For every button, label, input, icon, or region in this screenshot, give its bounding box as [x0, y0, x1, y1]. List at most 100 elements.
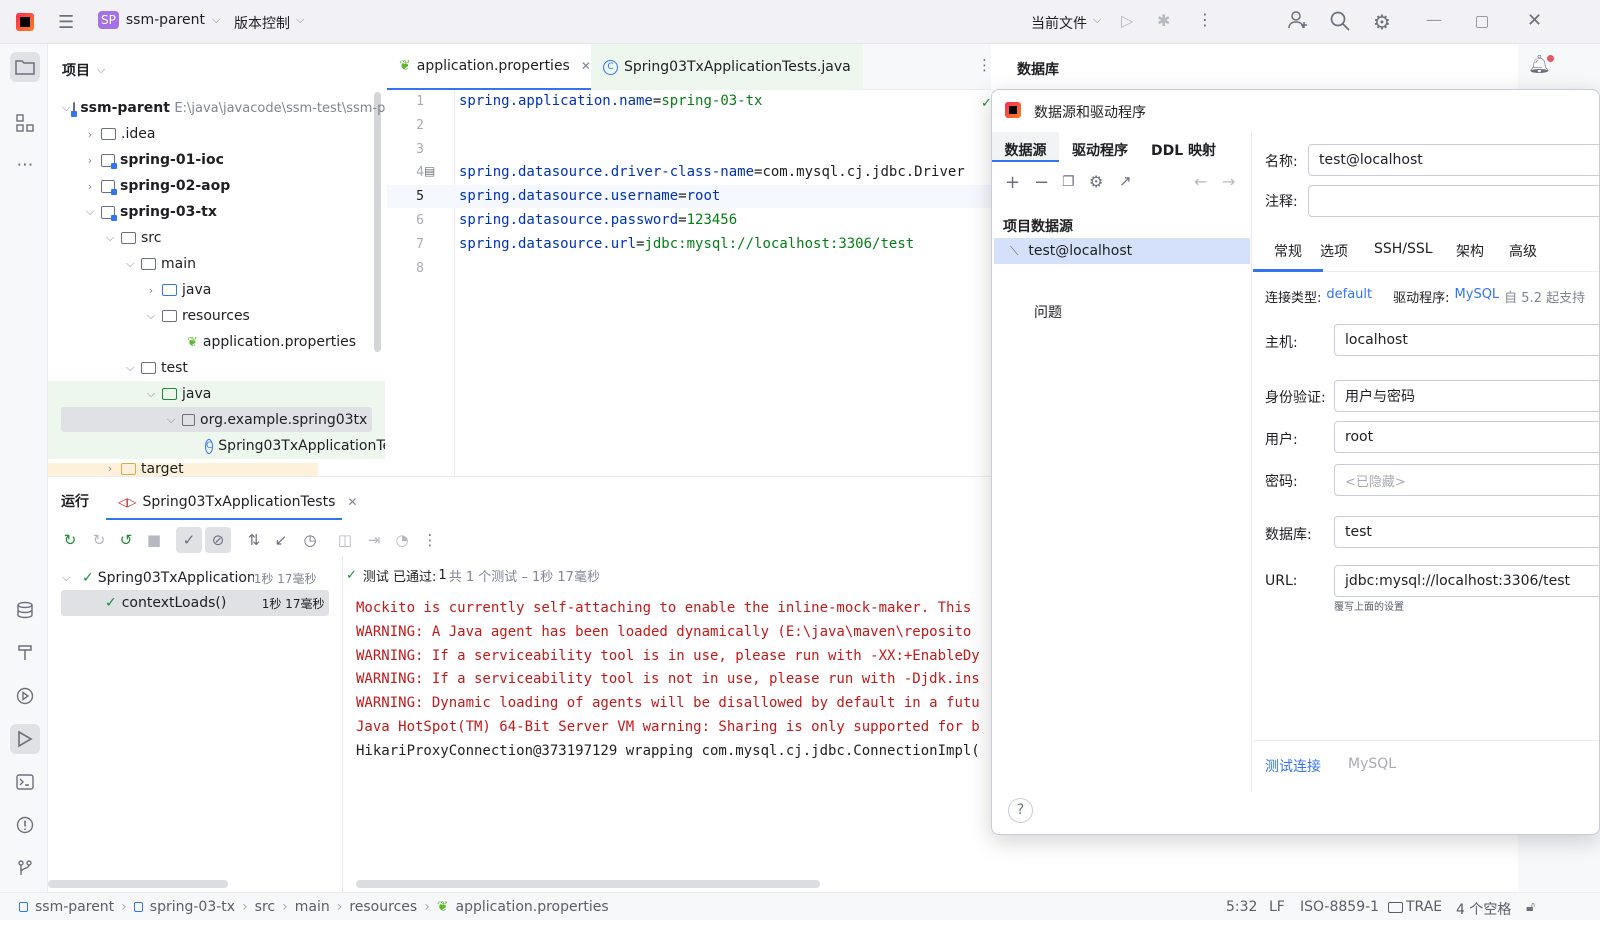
conn-type-link[interactable]: default: [1326, 287, 1372, 306]
back-icon[interactable]: ←: [1194, 172, 1207, 191]
problems-item[interactable]: 问题: [1034, 302, 1062, 322]
add-user-icon[interactable]: [1287, 9, 1309, 31]
project-scrollbar[interactable]: [374, 92, 381, 352]
auth-select[interactable]: 用户与密码: [1334, 380, 1599, 412]
tab-options[interactable]: 选项: [1320, 241, 1348, 261]
minimize-icon[interactable]: —: [1426, 10, 1442, 29]
test-tree-item[interactable]: ✓ contextLoads() 1秒 17毫秒: [61, 590, 329, 616]
caret-position[interactable]: 5:32: [1226, 899, 1257, 915]
run-tab[interactable]: ◁▷ Spring03TxApplicationTests ✕: [106, 486, 357, 520]
add-icon[interactable]: +: [1005, 172, 1020, 193]
tree-item-test-java[interactable]: ⌵ java: [143, 381, 212, 407]
more-tools-icon[interactable]: ⋯: [10, 150, 40, 180]
user-input[interactable]: root: [1334, 421, 1599, 453]
build-icon[interactable]: [10, 638, 40, 668]
settings-icon[interactable]: ⚙: [1089, 172, 1103, 191]
comment-input[interactable]: [1308, 185, 1599, 217]
run-config-selector[interactable]: 当前文件 ⌵: [1031, 13, 1101, 33]
breadcrumb-item[interactable]: main: [295, 899, 330, 915]
problems-icon[interactable]: [10, 810, 40, 840]
tree-item-spring-02-aop[interactable]: › spring-02-aop: [82, 173, 230, 199]
database-input[interactable]: test: [1334, 516, 1599, 548]
show-ignored-icon[interactable]: ⊘: [205, 527, 231, 553]
tree-item-src[interactable]: ⌵ src: [102, 225, 162, 251]
rerun-failed-icon[interactable]: ↻: [86, 527, 112, 553]
sort-icon[interactable]: ⇅: [241, 527, 267, 553]
tree-item-test-class[interactable]: C Spring03TxApplicationTes: [205, 433, 385, 459]
tree-item-application-properties[interactable]: ❦ application.properties: [183, 329, 356, 355]
gutter-db-icon[interactable]: ▤: [424, 164, 435, 178]
breadcrumb-item[interactable]: ssm-parent: [35, 899, 114, 915]
rerun-auto-icon[interactable]: ↺: [113, 527, 139, 553]
tab-ddl-mappings[interactable]: DDL 映射: [1151, 140, 1216, 160]
tree-item-main-java[interactable]: › java: [143, 277, 212, 303]
terminal-icon[interactable]: [10, 767, 40, 797]
more-icon[interactable]: ⋮: [417, 527, 443, 553]
gear-icon[interactable]: ⚙: [1373, 10, 1391, 34]
restore-icon[interactable]: [1476, 16, 1488, 28]
history-icon[interactable]: ◷: [297, 527, 323, 553]
test-tree-root[interactable]: ⌵ ✓ Spring03TxApplicationTe: 1秒 17毫秒: [62, 566, 332, 590]
vcs-widget[interactable]: 版本控制 ⌵: [234, 13, 304, 33]
close-icon[interactable]: ✕: [581, 59, 591, 73]
coverage-icon[interactable]: ◔: [389, 527, 415, 553]
main-menu-icon[interactable]: ☰: [58, 12, 74, 33]
close-icon[interactable]: ✕: [347, 495, 357, 509]
tab-drivers[interactable]: 驱动程序: [1072, 140, 1128, 160]
copy-icon[interactable]: ❐: [1062, 174, 1075, 190]
tab-datasources[interactable]: 数据源: [992, 132, 1059, 162]
code-editor[interactable]: 12345678 spring.application.name=spring-…: [387, 90, 992, 476]
export-icon[interactable]: ⇥: [361, 527, 387, 553]
test-connection-link[interactable]: 测试连接: [1265, 756, 1321, 776]
git-icon[interactable]: [10, 853, 40, 883]
stop-icon[interactable]: ■: [141, 527, 167, 553]
breadcrumb-item[interactable]: src: [255, 899, 275, 915]
breadcrumb-item[interactable]: application.properties: [456, 899, 609, 915]
console-scrollbar[interactable]: [356, 880, 820, 888]
tab-general[interactable]: 常规: [1253, 230, 1323, 272]
run-tool-icon[interactable]: [10, 724, 40, 754]
tree-item-main[interactable]: ⌵ main: [122, 251, 196, 277]
mysql-driver-link[interactable]: MySQL: [1348, 756, 1396, 772]
tree-item-test[interactable]: ⌵ test: [122, 355, 188, 381]
datasource-item[interactable]: ⟍ test@localhost: [994, 238, 1250, 264]
breadcrumb-item[interactable]: spring-03-tx: [150, 899, 235, 915]
driver-link[interactable]: MySQL: [1455, 287, 1500, 306]
test-tree-scrollbar[interactable]: [48, 880, 228, 888]
tree-item-ssm-parent[interactable]: ⌵ ssm-parent E:\java\javacode\ssm-test\s…: [62, 95, 385, 121]
more-icon[interactable]: ⋮: [1197, 10, 1213, 29]
project-widget[interactable]: SP ssm-parent ⌵: [98, 11, 220, 29]
tree-item-target[interactable]: › target: [102, 461, 184, 476]
url-input[interactable]: jdbc:mysql://localhost:3306/test: [1334, 565, 1599, 597]
tab-spring03tx-tests[interactable]: C Spring03TxApplicationTests.java: [591, 44, 863, 90]
forward-icon[interactable]: →: [1222, 172, 1235, 191]
import-icon[interactable]: ↙: [268, 527, 294, 553]
tab-application-properties[interactable]: ❦ application.properties ✕: [387, 44, 603, 90]
tree-item-spring-03-tx[interactable]: ⌵ spring-03-tx: [82, 199, 217, 225]
password-input[interactable]: <已隐藏>: [1334, 464, 1599, 496]
database-icon[interactable]: [10, 595, 40, 625]
screenshot-icon[interactable]: ◫: [332, 527, 358, 553]
host-input[interactable]: localhost: [1334, 324, 1599, 356]
rerun-icon[interactable]: ↻: [57, 527, 83, 553]
search-icon[interactable]: [1329, 10, 1351, 36]
close-icon[interactable]: ✕: [1527, 10, 1542, 31]
breadcrumb-item[interactable]: resources: [349, 899, 417, 915]
tree-item-spring-01-ioc[interactable]: › spring-01-ioc: [82, 147, 224, 173]
structure-icon[interactable]: [10, 108, 40, 138]
debug-icon[interactable]: ✱: [1157, 11, 1170, 30]
tree-item-resources[interactable]: ⌵ resources: [143, 303, 250, 329]
tree-item-package[interactable]: ⌵ org.example.spring03tx: [163, 407, 367, 433]
project-folder-icon[interactable]: [10, 52, 40, 82]
project-panel-header[interactable]: 项目 ⌵: [62, 60, 105, 80]
trae-widget[interactable]: TRAE: [1388, 899, 1442, 915]
tab-advanced[interactable]: 高级: [1509, 241, 1537, 261]
help-button[interactable]: ?: [1008, 798, 1033, 823]
show-passed-icon[interactable]: ✓: [176, 527, 202, 553]
name-input[interactable]: test@localhost: [1308, 144, 1599, 176]
line-separator[interactable]: LF: [1269, 899, 1285, 915]
tab-schemas[interactable]: 架构: [1456, 241, 1484, 261]
indent-setting[interactable]: 4 个空格: [1456, 899, 1511, 919]
remove-icon[interactable]: −: [1034, 172, 1049, 193]
tree-item-idea[interactable]: › .idea: [82, 121, 156, 147]
